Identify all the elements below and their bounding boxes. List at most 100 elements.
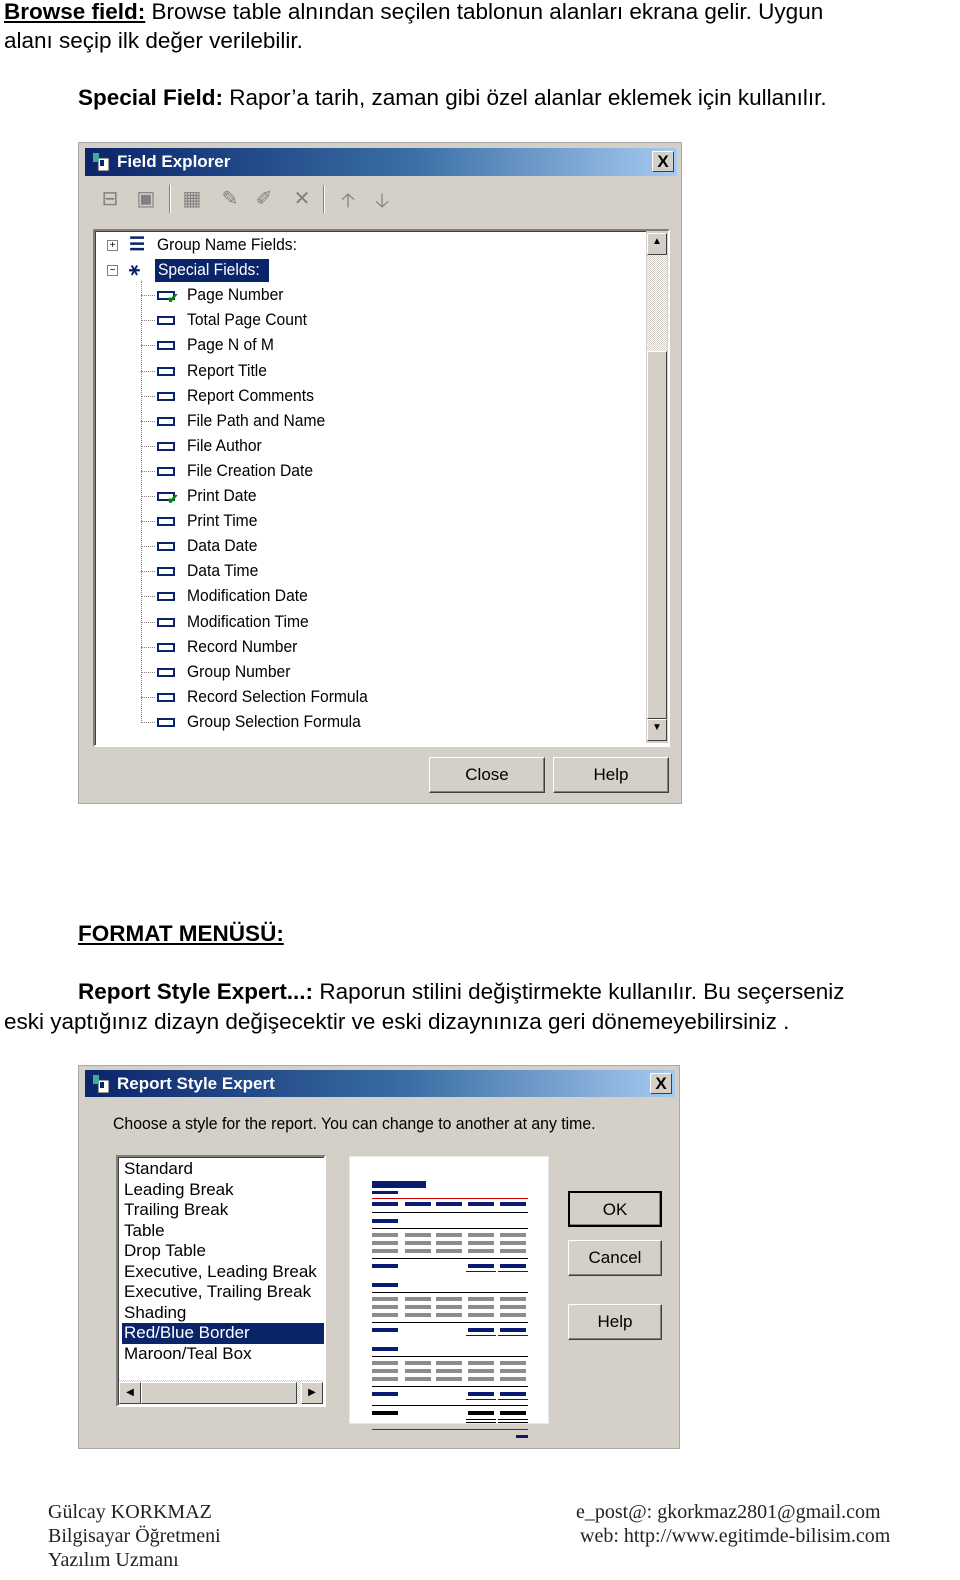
preview-subtotal-bar [468, 1328, 494, 1332]
style-option[interactable]: Drop Table [122, 1241, 324, 1262]
check-icon: ✔ [167, 491, 179, 507]
tree-item-special-field[interactable]: Modification Time [187, 611, 309, 633]
browse-data-icon[interactable]: ▣ [133, 186, 159, 211]
tree-item-special-field[interactable]: File Path and Name [187, 410, 325, 432]
style-option[interactable]: Table [122, 1221, 324, 1242]
special-field-paragraph: Special Field: Rapor’a tarih, zaman gibi… [78, 83, 827, 113]
tree-item-special-field[interactable]: File Creation Date [187, 460, 313, 482]
preview-detail-bar [405, 1249, 431, 1253]
tree-item-special-field[interactable]: Data Date [187, 535, 257, 557]
preview-header-bar [500, 1202, 526, 1206]
style-option[interactable]: Standard [122, 1159, 324, 1180]
author-role-2: Yazılım Uzmanı [48, 1549, 179, 1571]
rename-icon[interactable]: ✐ [251, 186, 277, 211]
style-option[interactable]: Shading [122, 1303, 324, 1324]
preview-rule [372, 1212, 528, 1213]
tree-item-special-field[interactable]: Report Title [187, 360, 267, 382]
preview-rule [498, 1422, 528, 1423]
style-preview [349, 1156, 549, 1438]
preview-rule [372, 1356, 528, 1357]
new-icon[interactable]: ▦ [179, 186, 205, 211]
scroll-thumb[interactable] [647, 351, 667, 719]
preview-rule [466, 1335, 496, 1336]
preview-header-bar [405, 1202, 431, 1206]
tree-item-special-field[interactable]: File Author [187, 435, 262, 457]
tree-item-special-field[interactable]: Page N of M [187, 334, 274, 356]
author-role: Bilgisayar Öğretmeni [48, 1525, 221, 1547]
preview-detail-bar [372, 1305, 398, 1309]
close-icon[interactable]: X [650, 1073, 672, 1094]
preview-rule [466, 1399, 496, 1400]
preview-detail-bar [468, 1233, 494, 1237]
tree-node-special-fields[interactable]: Special Fields: [158, 259, 260, 281]
preview-detail-bar [436, 1313, 462, 1317]
scroll-track[interactable] [647, 255, 667, 351]
preview-detail-bar [500, 1249, 526, 1253]
report-style-expert-window: Report Style Expert X Choose a style for… [78, 1065, 680, 1449]
field-icon [157, 692, 175, 702]
preview-detail-bar [436, 1241, 462, 1245]
preview-rule [372, 1322, 528, 1323]
tree-node-group-name-fields[interactable]: Group Name Fields: [157, 234, 297, 256]
close-icon[interactable]: X [652, 151, 674, 172]
close-button[interactable]: Close [429, 757, 545, 793]
tree-item-special-field[interactable]: Print Date [187, 485, 257, 507]
preview-header-bar [436, 1202, 462, 1206]
style-option[interactable]: Executive, Leading Break [122, 1262, 324, 1283]
tree-item-special-field[interactable]: Group Selection Formula [187, 711, 361, 733]
preview-detail-bar [500, 1305, 526, 1309]
horizontal-scrollbar[interactable]: ◀ ▶ [119, 1380, 323, 1404]
preview-group-bar [372, 1347, 398, 1351]
style-option[interactable]: Red/Blue Border [122, 1323, 324, 1344]
app-icon [93, 1075, 110, 1094]
help-button[interactable]: Help [553, 757, 669, 793]
scroll-up-button[interactable]: ▲ [647, 233, 667, 255]
preview-detail-bar [500, 1369, 526, 1373]
move-up-icon[interactable]: 🡡 [335, 186, 361, 220]
tree-item-special-field[interactable]: Total Page Count [187, 309, 307, 331]
tree-item-special-field[interactable]: Report Comments [187, 385, 314, 407]
field-icon [157, 441, 175, 451]
tree-item-special-field[interactable]: Modification Date [187, 585, 308, 607]
scroll-right-button[interactable]: ▶ [301, 1382, 323, 1404]
preview-subtotal-bar [500, 1264, 526, 1268]
tree-item-special-field[interactable]: Data Time [187, 560, 258, 582]
tree-item-special-field[interactable]: Record Selection Formula [187, 686, 368, 708]
field-tree[interactable]: + ☰ Group Name Fields: − ⚹ Special Fields: ✔ Pa… [93, 229, 670, 747]
expand-icon[interactable]: + [107, 240, 118, 251]
preview-total-bar [468, 1411, 494, 1415]
preview-rule [372, 1405, 528, 1406]
preview-subtotal-bar [468, 1264, 494, 1268]
preview-subtotal-bar [500, 1392, 526, 1396]
preview-page-bar [516, 1435, 528, 1438]
insert-field-icon[interactable]: ⊟ [97, 186, 123, 211]
preview-detail-bar [468, 1361, 494, 1365]
collapse-icon[interactable]: − [107, 265, 118, 277]
scroll-left-button[interactable]: ◀ [119, 1382, 141, 1404]
vertical-scrollbar[interactable]: ▲ ▼ [646, 231, 668, 743]
scroll-thumb[interactable] [141, 1382, 297, 1404]
tree-item-special-field[interactable]: Print Time [187, 510, 257, 532]
edit-icon[interactable]: ✎ [217, 186, 243, 211]
tree-item-special-field[interactable]: Page Number [187, 284, 283, 306]
help-button[interactable]: Help [568, 1304, 662, 1340]
tree-item-special-field[interactable]: Record Number [187, 636, 297, 658]
style-option[interactable]: Trailing Break [122, 1200, 324, 1221]
preview-detail-bar [372, 1233, 398, 1237]
preview-subtitle-bar [372, 1191, 398, 1194]
style-listbox[interactable]: Standard Leading Break Trailing Break Table… [116, 1155, 326, 1407]
delete-icon[interactable]: ✕ [289, 186, 315, 211]
preview-rule [372, 1228, 528, 1229]
scroll-down-button[interactable]: ▼ [647, 719, 667, 741]
field-icon [157, 667, 175, 677]
preview-rule [498, 1335, 528, 1336]
move-down-icon[interactable]: 🡣 [369, 186, 395, 220]
style-option[interactable]: Maroon/Teal Box [122, 1344, 324, 1365]
style-option[interactable]: Executive, Trailing Break [122, 1282, 324, 1303]
style-option[interactable]: Leading Break [122, 1180, 324, 1201]
preview-rule [498, 1399, 528, 1400]
preview-subtotal-bar [500, 1328, 526, 1332]
cancel-button[interactable]: Cancel [568, 1240, 662, 1276]
tree-item-special-field[interactable]: Group Number [187, 661, 290, 683]
ok-button[interactable]: OK [568, 1191, 662, 1227]
